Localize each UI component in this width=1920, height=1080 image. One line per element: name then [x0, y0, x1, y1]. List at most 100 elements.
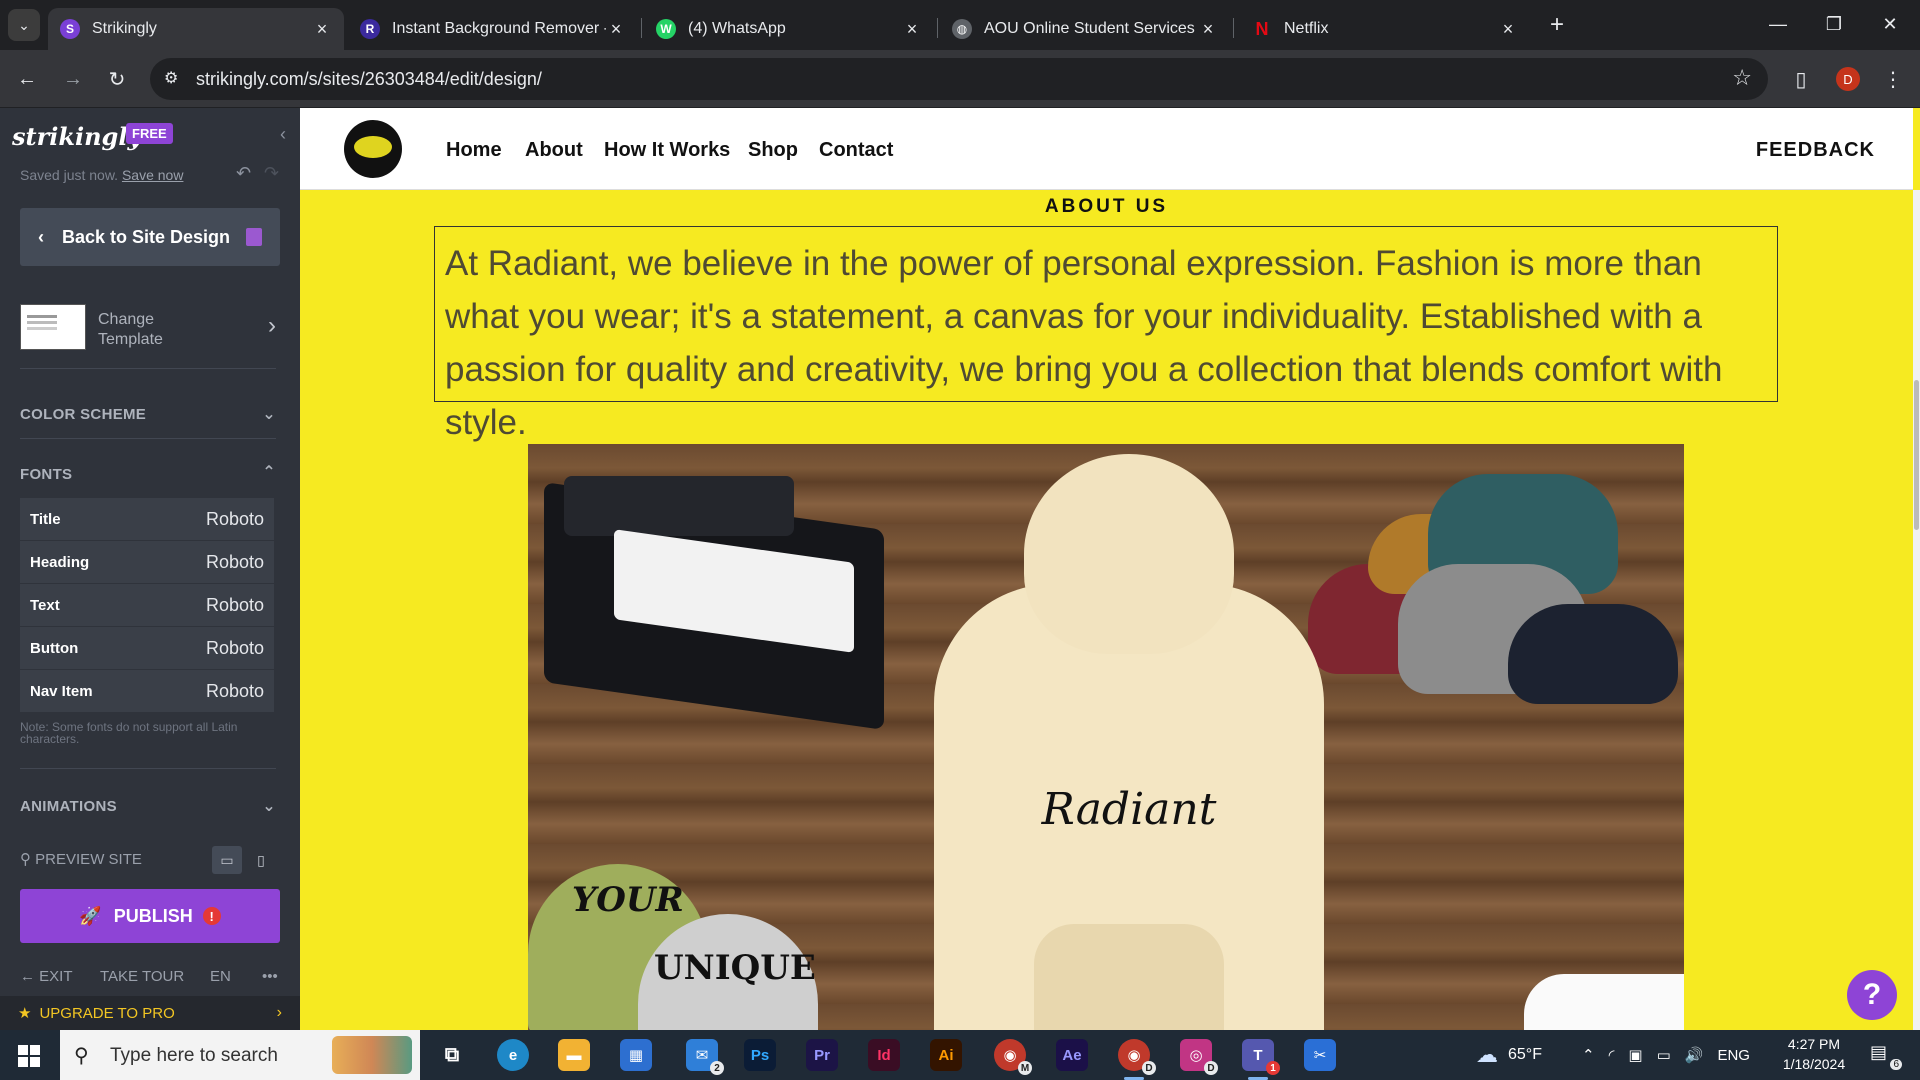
taskbar-search-box[interactable]: ⚲ Type here to search — [60, 1030, 420, 1080]
chevron-left-icon: ‹ — [38, 226, 44, 247]
notification-center-icon[interactable]: ▤ 6 — [1870, 1042, 1902, 1070]
feedback-button[interactable]: FEEDBACK — [1756, 139, 1875, 162]
illustrator-icon[interactable]: Ai — [930, 1039, 962, 1071]
forward-arrow-icon[interactable]: → — [56, 62, 90, 96]
editor-sidebar: strikingly FREE ‹ Saved just now. Save n… — [0, 108, 300, 1030]
volume-icon[interactable]: 🔊 — [1685, 1046, 1704, 1064]
task-view-icon[interactable]: ⧉ — [436, 1039, 468, 1071]
tab-strikingly[interactable]: S Strikingly × — [48, 8, 344, 50]
snipping-tool-icon[interactable]: ✂ — [1304, 1039, 1336, 1071]
site-logo[interactable] — [344, 120, 402, 178]
tab-whatsapp[interactable]: W (4) WhatsApp × — [644, 8, 934, 50]
back-to-site-design-button[interactable]: ‹ Back to Site Design — [20, 208, 280, 266]
close-icon[interactable]: × — [606, 19, 626, 40]
battery-icon[interactable]: ▭ — [1657, 1046, 1671, 1064]
profile-badge: M — [1018, 1061, 1032, 1075]
upgrade-to-pro-button[interactable]: ★ UPGRADE TO PRO › — [0, 996, 300, 1030]
address-bar[interactable]: ⚙ strikingly.com/s/sites/26303484/edit/d… — [150, 58, 1768, 100]
file-explorer-icon[interactable]: ▬ — [558, 1039, 590, 1071]
reload-icon[interactable]: ↻ — [100, 62, 134, 96]
mail-icon[interactable]: ✉ 2 — [686, 1039, 724, 1075]
scrollbar-thumb[interactable] — [1914, 380, 1919, 530]
animations-section[interactable]: ANIMATIONS ⌄ — [20, 798, 276, 815]
system-clock[interactable]: 4:27 PM 1/18/2024 — [1766, 1034, 1862, 1074]
nav-contact[interactable]: Contact — [819, 139, 893, 162]
indesign-icon[interactable]: Id — [868, 1039, 900, 1071]
change-template-button[interactable]: Change Template › — [20, 304, 282, 358]
color-scheme-section[interactable]: COLOR SCHEME ⌄ — [20, 406, 276, 423]
background-remover-favicon-icon: R — [360, 19, 380, 39]
font-row-title[interactable]: Title Roboto — [20, 498, 274, 541]
close-window-icon[interactable]: ✕ — [1870, 6, 1910, 42]
nav-about[interactable]: About — [525, 139, 583, 162]
chrome-profile-d-icon[interactable]: ◉ D — [1118, 1039, 1156, 1080]
font-row-button[interactable]: Button Roboto — [20, 627, 274, 670]
font-row-nav-item[interactable]: Nav Item Roboto — [20, 670, 274, 713]
undo-icon[interactable]: ↶ — [236, 163, 251, 184]
exit-button[interactable]: ← EXIT — [20, 968, 73, 985]
microsoft-store-icon[interactable]: ▦ — [620, 1039, 652, 1071]
save-now-link[interactable]: Save now — [122, 167, 183, 183]
close-icon[interactable]: × — [902, 19, 922, 40]
premiere-icon[interactable]: Pr — [806, 1039, 838, 1071]
restore-icon[interactable]: ❐ — [1814, 6, 1854, 42]
hero-image[interactable]: Radiant YOUR UNIQUE — [528, 444, 1684, 1030]
cloud-icon: ☁ — [1476, 1042, 1498, 1067]
nav-how-it-works[interactable]: How It Works — [604, 139, 730, 162]
tab-netflix[interactable]: N Netflix × — [1240, 8, 1530, 50]
after-effects-icon[interactable]: Ae — [1056, 1039, 1088, 1071]
clock-date: 1/18/2024 — [1782, 1056, 1846, 1072]
meet-icon[interactable]: ▣ — [1628, 1046, 1642, 1064]
template-thumbnail — [20, 304, 86, 350]
chevron-up-icon[interactable]: ⌃ — [1582, 1046, 1595, 1064]
browser-menu-icon[interactable]: ⋮ — [1876, 62, 1910, 96]
collapse-sidebar-icon[interactable]: ‹ — [280, 124, 286, 145]
font-row-text[interactable]: Text Roboto — [20, 584, 274, 627]
profile-avatar[interactable]: D — [1836, 67, 1860, 91]
preview-site-button[interactable]: ⚲ PREVIEW SITE — [20, 850, 142, 868]
plan-badge: FREE — [126, 123, 173, 144]
about-heading[interactable]: ABOUT US — [300, 196, 1913, 218]
scrollbar[interactable] — [1913, 190, 1920, 1030]
nav-shop[interactable]: Shop — [748, 139, 798, 162]
fonts-section[interactable]: FONTS ⌃ — [20, 464, 276, 483]
search-icon: ⚲ — [74, 1045, 89, 1067]
instagram-icon[interactable]: ◎ D — [1180, 1039, 1218, 1075]
about-text-block[interactable]: At Radiant, we believe in the power of p… — [434, 226, 1778, 442]
tab-aou[interactable]: ◍ AOU Online Student Services - ( × — [940, 8, 1230, 50]
close-icon[interactable]: × — [312, 19, 332, 40]
font-row-heading[interactable]: Heading Roboto — [20, 541, 274, 584]
help-button[interactable]: ? — [1847, 970, 1897, 1020]
teams-icon[interactable]: T1 — [1242, 1039, 1280, 1080]
windows-start-icon[interactable] — [18, 1045, 40, 1067]
take-tour-button[interactable]: TAKE TOUR — [100, 968, 184, 985]
close-icon[interactable]: × — [1198, 19, 1218, 40]
mobile-view-icon[interactable]: ▯ — [246, 846, 276, 874]
nav-home[interactable]: Home — [446, 139, 502, 162]
publish-button[interactable]: 🚀 PUBLISH ! — [20, 889, 280, 943]
close-icon[interactable]: × — [1498, 19, 1518, 40]
weather-widget[interactable]: ☁ 65°F — [1476, 1030, 1542, 1080]
photoshop-icon[interactable]: Ps — [744, 1039, 776, 1071]
back-arrow-icon[interactable]: ← — [10, 62, 44, 96]
redo-icon[interactable]: ↷ — [264, 163, 279, 184]
font-value: Roboto — [205, 680, 264, 701]
new-tab-button[interactable]: + — [1542, 10, 1572, 40]
site-info-icon[interactable]: ⚙ — [164, 68, 178, 88]
chrome-profile-m-icon[interactable]: ◉ M — [994, 1039, 1032, 1075]
language-indicator[interactable]: ENG — [1717, 1047, 1750, 1064]
more-menu-icon[interactable]: ••• — [262, 968, 278, 985]
beanie-text-your: YOUR — [572, 880, 684, 920]
browser-tab-strip: ⌄ S Strikingly × R Instant Background Re… — [0, 0, 1920, 50]
tab-search-button[interactable]: ⌄ — [8, 9, 40, 41]
chevron-right-icon: › — [276, 1004, 282, 1021]
system-tray-icons[interactable]: ⌃ ◜ ▣ ▭ 🔊 ENG — [1582, 1030, 1750, 1080]
side-panel-icon[interactable]: ▯ — [1784, 62, 1818, 96]
wifi-icon[interactable]: ◜ — [1609, 1046, 1615, 1064]
tab-background-remover[interactable]: R Instant Background Remover - I × — [348, 8, 638, 50]
desktop-view-icon[interactable]: ▭ — [212, 846, 242, 874]
bookmark-star-icon[interactable]: ☆ — [1732, 65, 1752, 91]
minimize-icon[interactable]: — — [1758, 6, 1798, 42]
language-button[interactable]: EN — [210, 968, 231, 985]
edge-icon[interactable]: e — [497, 1039, 529, 1071]
